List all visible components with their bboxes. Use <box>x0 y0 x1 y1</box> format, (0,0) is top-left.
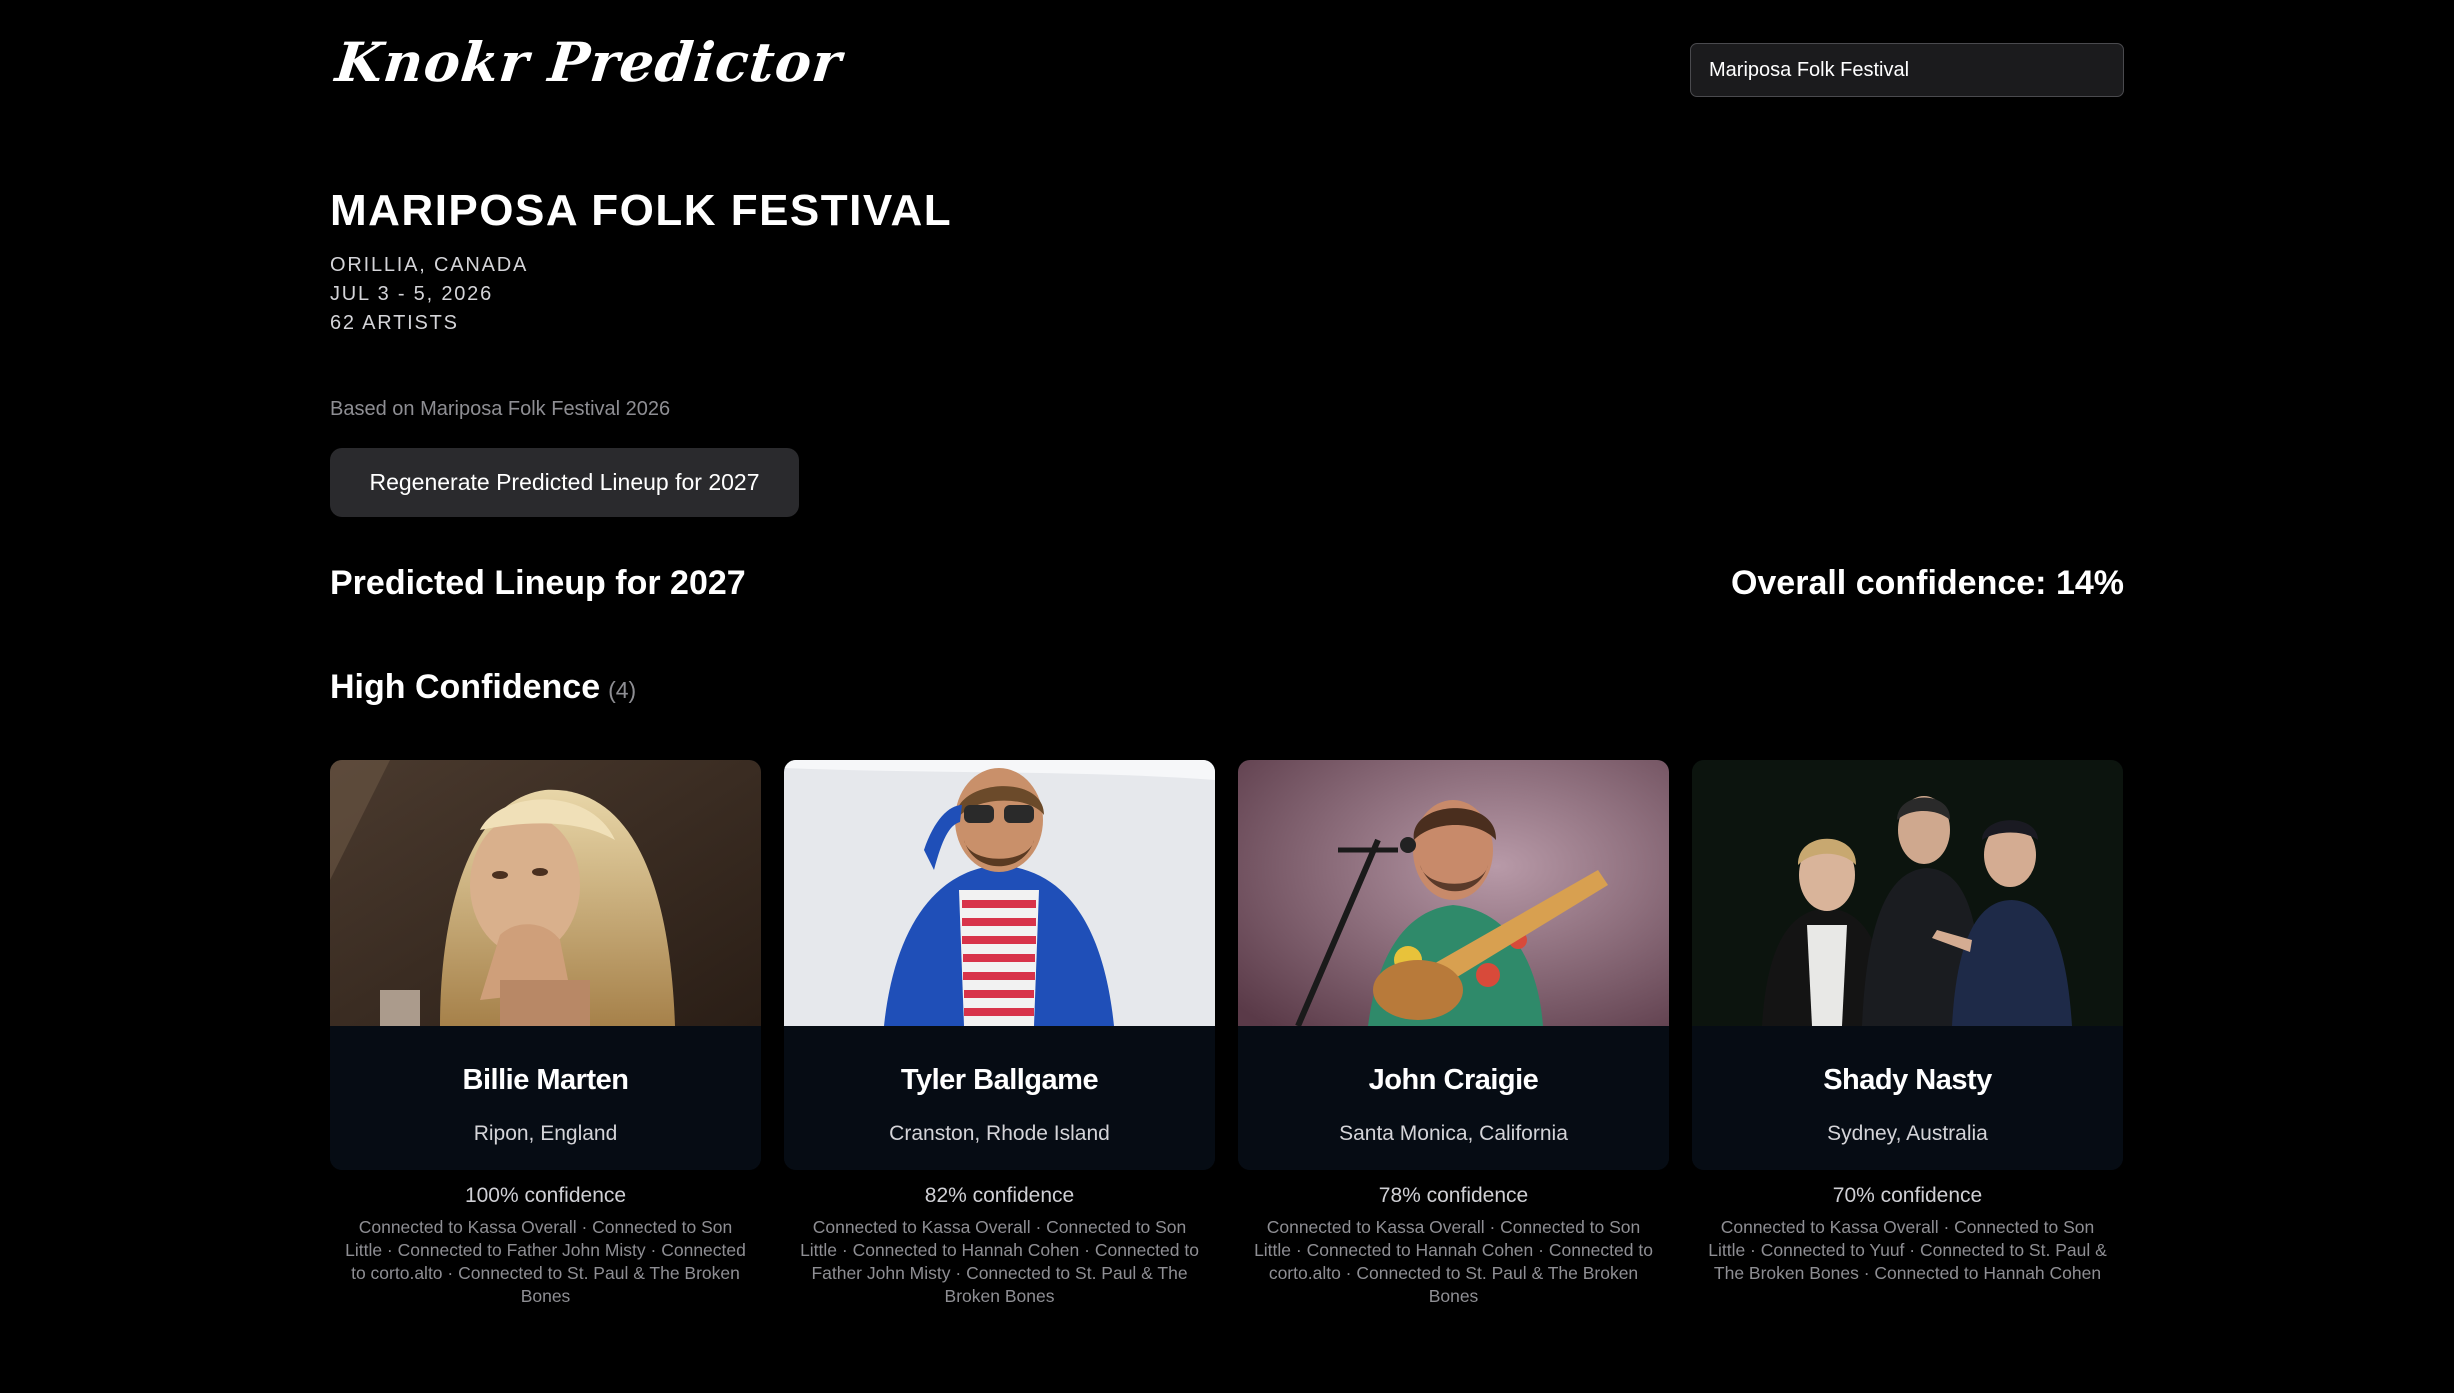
festival-dates: JUL 3 - 5, 2026 <box>330 283 494 305</box>
artist-connections: Connected to Kassa Overall · Connected t… <box>1254 1217 1653 1306</box>
artist-photo-image <box>1238 760 1669 1026</box>
artist-connections: Connected to Kassa Overall · Connected t… <box>800 1217 1199 1306</box>
artist-location: Cranston, Rhode Island <box>889 1122 1110 1145</box>
artist-card-list: Billie Marten Ripon, England 100% confid… <box>330 760 2124 1308</box>
festival-location: ORILLIA, CANADA <box>330 254 529 276</box>
artist-card-box: John Craigie Santa Monica, California <box>1238 760 1669 1170</box>
based-on-text: Based on Mariposa Folk Festival 2026 <box>330 398 671 420</box>
festival-title: MARIPOSA FOLK FESTIVAL <box>330 186 953 235</box>
artist-card-body: Shady Nasty Sydney, Australia <box>1692 1026 2123 1170</box>
artist-connections: Connected to Kassa Overall · Connected t… <box>345 1217 746 1306</box>
artist-connections: Connected to Kassa Overall · Connected t… <box>1708 1217 2107 1283</box>
artist-name[interactable]: Billie Marten <box>330 1064 761 1097</box>
section-title-high-confidence: High Confidence (4) <box>330 668 636 707</box>
artist-card[interactable]: Tyler Ballgame Cranston, Rhode Island 82… <box>784 760 1215 1308</box>
lineup-title: Predicted Lineup for 2027 <box>330 564 746 602</box>
artist-name[interactable]: Tyler Ballgame <box>784 1064 1215 1097</box>
artist-photo-image <box>1692 760 2123 1026</box>
artist-photo-image <box>784 760 1215 1026</box>
artist-card-body: Billie Marten Ripon, England <box>330 1026 761 1170</box>
main-container: Knokr Predictor MARIPOSA FOLK FESTIVAL O… <box>330 0 2124 1306</box>
festival-artist-count: 62 ARTISTS <box>330 312 459 334</box>
artist-card-box: Tyler Ballgame Cranston, Rhode Island <box>784 760 1215 1170</box>
artist-name[interactable]: Shady Nasty <box>1692 1064 2123 1097</box>
section-title-label: High Confidence <box>330 668 601 706</box>
header: Knokr Predictor <box>330 0 2124 140</box>
artist-confidence: 78% confidence <box>1378 1184 1529 1207</box>
artist-card[interactable]: John Craigie Santa Monica, California 78… <box>1238 760 1669 1308</box>
artist-card-box: Shady Nasty Sydney, Australia <box>1692 760 2123 1170</box>
artist-card-body: John Craigie Santa Monica, California <box>1238 1026 1669 1170</box>
artist-name[interactable]: John Craigie <box>1238 1064 1669 1097</box>
regenerate-lineup-button[interactable]: Regenerate Predicted Lineup for 2027 <box>330 448 799 517</box>
artist-card-body: Tyler Ballgame Cranston, Rhode Island <box>784 1026 1215 1170</box>
artist-photo <box>330 760 761 1026</box>
artist-location: Sydney, Australia <box>1827 1122 1988 1145</box>
artist-photo <box>1692 760 2123 1026</box>
section-count: (4) <box>608 677 637 703</box>
artist-photo-image <box>330 760 761 1026</box>
artist-photo <box>784 760 1215 1026</box>
overall-confidence: Overall confidence: 14% <box>1730 564 2124 602</box>
app-logo[interactable]: Knokr Predictor <box>333 30 846 94</box>
artist-confidence: 70% confidence <box>1832 1184 1983 1207</box>
artist-card-box: Billie Marten Ripon, England <box>330 760 761 1170</box>
artist-card[interactable]: Shady Nasty Sydney, Australia 70% confid… <box>1692 760 2123 1308</box>
artist-location: Ripon, England <box>473 1122 618 1145</box>
artist-confidence: 100% confidence <box>464 1184 627 1207</box>
artist-confidence: 82% confidence <box>924 1184 1075 1207</box>
festival-search-input[interactable] <box>1690 43 2124 97</box>
artist-photo <box>1238 760 1669 1026</box>
artist-card[interactable]: Billie Marten Ripon, England 100% confid… <box>330 760 761 1308</box>
page: Knokr Predictor MARIPOSA FOLK FESTIVAL O… <box>0 0 2454 1393</box>
artist-location: Santa Monica, California <box>1339 1122 1568 1145</box>
